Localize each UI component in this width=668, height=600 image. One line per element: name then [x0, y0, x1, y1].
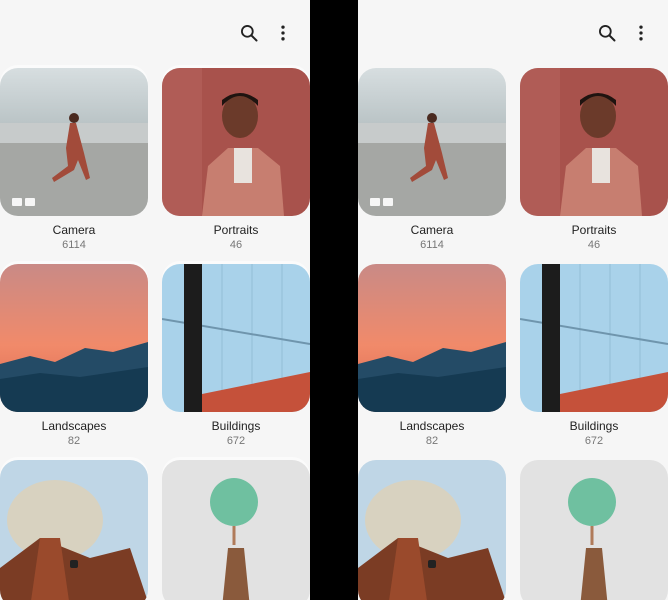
album-portraits[interactable]: Portraits 46: [162, 68, 310, 252]
album-thumbnail: [162, 460, 310, 600]
album-thumbnail: [520, 264, 668, 412]
album-name: Buildings: [569, 419, 619, 433]
album-name: Landscapes: [41, 419, 107, 433]
album-count: 82: [67, 435, 81, 447]
album-thumbnail: [0, 68, 148, 216]
album-buildings[interactable]: Buildings 672: [520, 264, 668, 448]
album-camera[interactable]: Camera 6114: [0, 68, 148, 252]
album-count: 672: [226, 435, 246, 447]
album-count: 6114: [420, 239, 444, 251]
search-icon[interactable]: [594, 20, 620, 46]
screen-divider: [310, 0, 358, 600]
album-count: 672: [584, 435, 604, 447]
album-count: 46: [587, 239, 601, 251]
album-thumbnail: [0, 264, 148, 412]
album-camera[interactable]: Camera 6114: [358, 68, 506, 252]
album-people[interactable]: [0, 460, 148, 600]
album-people[interactable]: [358, 460, 506, 600]
album-name: Portraits: [213, 223, 259, 237]
album-thumbnail: [358, 68, 506, 216]
album-thumbnail: [358, 460, 506, 600]
album-count: 6114: [62, 239, 86, 251]
album-lifestyle[interactable]: [520, 460, 668, 600]
album-name: Camera: [410, 223, 454, 237]
album-thumbnail: [162, 68, 310, 216]
album-thumbnail: [0, 460, 148, 600]
app-bar: [0, 0, 310, 64]
album-count: 82: [425, 435, 439, 447]
gallery-screen: Camera 6114 Portraits 46 Landscapes 82 B…: [358, 0, 668, 600]
camera-badge-icon: [370, 198, 393, 206]
camera-badge-icon: [12, 198, 35, 206]
album-thumbnail: [162, 264, 310, 412]
album-thumbnail: [520, 460, 668, 600]
search-icon[interactable]: [236, 20, 262, 46]
album-lifestyle[interactable]: [162, 460, 310, 600]
album-name: Landscapes: [399, 419, 465, 433]
album-name: Camera: [52, 223, 96, 237]
gallery-screen-transition: Camera 6114 Portraits 46 Landscapes 82 B…: [0, 0, 310, 600]
album-count: 46: [229, 239, 243, 251]
album-landscapes[interactable]: Landscapes 82: [358, 264, 506, 448]
more-vert-icon[interactable]: [628, 20, 654, 46]
album-buildings[interactable]: Buildings 672: [162, 264, 310, 448]
album-thumbnail: [358, 264, 506, 412]
album-name: Portraits: [571, 223, 617, 237]
album-name: Buildings: [211, 419, 261, 433]
album-thumbnail: [520, 68, 668, 216]
app-bar: [358, 0, 668, 64]
album-landscapes[interactable]: Landscapes 82: [0, 264, 148, 448]
album-portraits[interactable]: Portraits 46: [520, 68, 668, 252]
more-vert-icon[interactable]: [270, 20, 296, 46]
